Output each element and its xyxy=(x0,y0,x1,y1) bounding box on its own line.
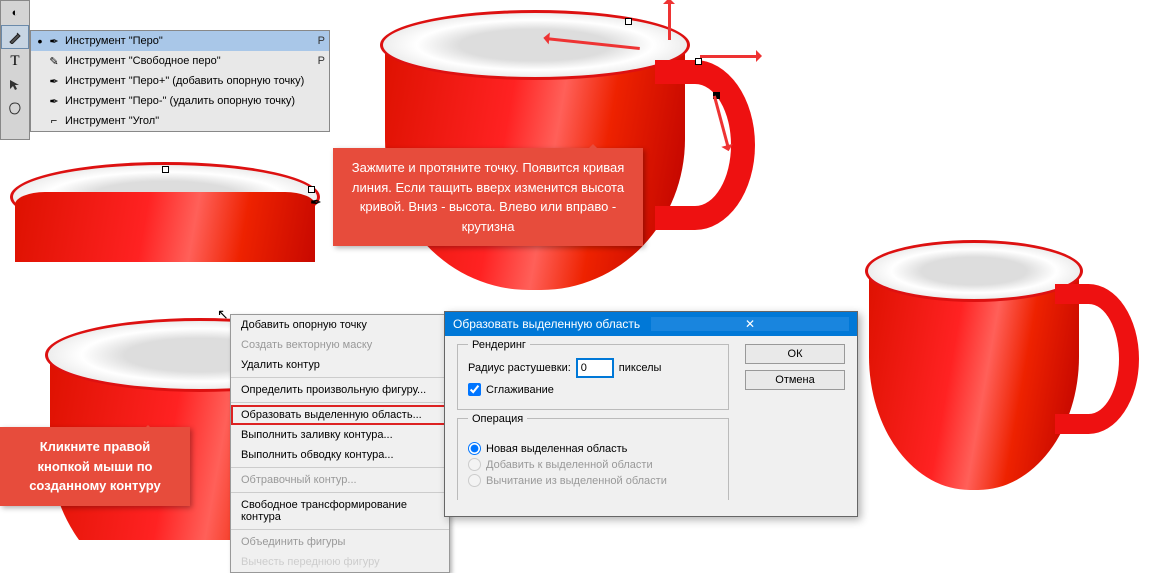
shape-blob-icon xyxy=(8,102,22,116)
ctx-free-transform-path[interactable]: Свободное трансформирование контура xyxy=(231,495,449,527)
type-tool-button[interactable]: T xyxy=(1,49,29,73)
flyout-label: Инструмент "Перо-" (удалить опорную точк… xyxy=(63,95,311,107)
drag-arrow-up xyxy=(668,0,671,40)
callout-click-tip: Кликните правой кнопкой мыши по созданно… xyxy=(0,427,190,506)
flyout-shortcut: P xyxy=(311,35,325,47)
rendering-group: Рендеринг Радиус растушевки: пикселы Сгл… xyxy=(457,344,729,410)
flyout-label: Инструмент "Угол" xyxy=(63,115,311,127)
flyout-shortcut: P xyxy=(311,55,325,67)
callout-curve-tip: Зажмите и протяните точку. Появится крив… xyxy=(333,148,643,246)
flyout-item-pen[interactable]: • ✒ Инструмент "Перо" P xyxy=(31,31,329,51)
ctx-stroke-path[interactable]: Выполнить обводку контура... xyxy=(231,445,449,465)
ctx-add-anchor[interactable]: Добавить опорную точку xyxy=(231,315,449,335)
ctx-subtract-front-shape: Вычесть переднюю фигуру xyxy=(231,552,449,572)
separator xyxy=(231,529,449,530)
mug-rim-fragment: ✒ xyxy=(0,142,340,262)
op-add-radio xyxy=(468,458,481,471)
ctx-make-selection[interactable]: Образовать выделенную область... xyxy=(231,405,449,425)
feather-radius-input[interactable] xyxy=(577,359,613,377)
separator xyxy=(231,492,449,493)
arrow-cursor-icon: ↖ xyxy=(217,306,229,323)
callout-text: Кликните правой кнопкой мыши по созданно… xyxy=(29,439,161,493)
separator xyxy=(231,377,449,378)
path-context-menu: Добавить опорную точку Создать векторную… xyxy=(230,314,450,573)
op-label: Новая выделенная область xyxy=(486,443,627,455)
flyout-item-convert-point[interactable]: ⌐ Инструмент "Угол" xyxy=(31,111,329,131)
anchor-point[interactable] xyxy=(308,186,315,193)
pen-minus-icon: ✒ xyxy=(45,95,63,108)
path-select-tool-button[interactable] xyxy=(1,73,29,97)
freeform-pen-icon: ✎ xyxy=(45,55,63,68)
flyout-label: Инструмент "Свободное перо" xyxy=(63,55,311,67)
drag-arrow-right xyxy=(700,55,760,58)
op-subtract-radio xyxy=(468,474,481,487)
shape-tool-button[interactable] xyxy=(1,97,29,121)
flyout-item-add-anchor[interactable]: ✒ Инструмент "Перо+" (добавить опорную т… xyxy=(31,71,329,91)
antialias-checkbox[interactable] xyxy=(468,383,481,396)
pen-icon: ✒ xyxy=(45,35,63,48)
ctx-clipping-path: Обтравочный контур... xyxy=(231,470,449,490)
flyout-label: Инструмент "Перо" xyxy=(63,35,311,47)
convert-point-icon: ⌐ xyxy=(45,115,63,127)
ctx-make-vector-mask: Создать векторную маску xyxy=(231,335,449,355)
separator xyxy=(231,402,449,403)
flyout-label: Инструмент "Перо+" (добавить опорную точ… xyxy=(63,75,311,87)
op-label: Вычитание из выделенной области xyxy=(486,475,667,487)
anchor-point[interactable] xyxy=(625,18,632,25)
pen-tool-flyout: • ✒ Инструмент "Перо" P ✎ Инструмент "Св… xyxy=(30,30,330,132)
ctx-define-custom-shape[interactable]: Определить произвольную фигуру... xyxy=(231,380,449,400)
op-new-radio[interactable] xyxy=(468,442,481,455)
separator xyxy=(231,467,449,468)
flyout-item-delete-anchor[interactable]: ✒ Инструмент "Перо-" (удалить опорную то… xyxy=(31,91,329,111)
cancel-button[interactable]: Отмена xyxy=(745,370,845,390)
dialog-title-text: Образовать выделенную область xyxy=(453,317,651,331)
pen-icon xyxy=(8,30,22,44)
anchor-point[interactable] xyxy=(162,166,169,173)
antialias-label: Сглаживание xyxy=(486,384,554,396)
op-label: Добавить к выделенной области xyxy=(486,459,653,471)
group-label: Операция xyxy=(468,413,527,425)
dialog-titlebar[interactable]: Образовать выделенную область ✕ xyxy=(445,312,857,336)
mug-image-result xyxy=(855,222,1155,522)
feather-unit: пикселы xyxy=(619,362,662,374)
make-selection-dialog: Образовать выделенную область ✕ Рендерин… xyxy=(444,311,858,517)
ctx-combine-shapes: Объединить фигуры xyxy=(231,532,449,552)
ok-button[interactable]: ОК xyxy=(745,344,845,364)
pen-cursor-icon: ✒ xyxy=(310,194,322,211)
dodge-tool-button[interactable]: ◐ xyxy=(1,1,29,25)
pen-plus-icon: ✒ xyxy=(45,75,63,88)
bullet-icon: • xyxy=(35,33,45,49)
group-label: Рендеринг xyxy=(468,339,530,351)
ctx-delete-path[interactable]: Удалить контур xyxy=(231,355,449,375)
flyout-item-freeform-pen[interactable]: ✎ Инструмент "Свободное перо" P xyxy=(31,51,329,71)
callout-text: Зажмите и протяните точку. Появится крив… xyxy=(352,160,625,234)
photoshop-toolbox: ◐ T xyxy=(0,0,30,140)
arrow-cursor-icon xyxy=(9,79,21,91)
operation-group: Операция Новая выделенная область Добави… xyxy=(457,418,729,500)
feather-label: Радиус растушевки: xyxy=(468,362,571,374)
ctx-fill-path[interactable]: Выполнить заливку контура... xyxy=(231,425,449,445)
close-icon[interactable]: ✕ xyxy=(651,317,849,331)
pen-tool-button[interactable] xyxy=(1,25,29,49)
